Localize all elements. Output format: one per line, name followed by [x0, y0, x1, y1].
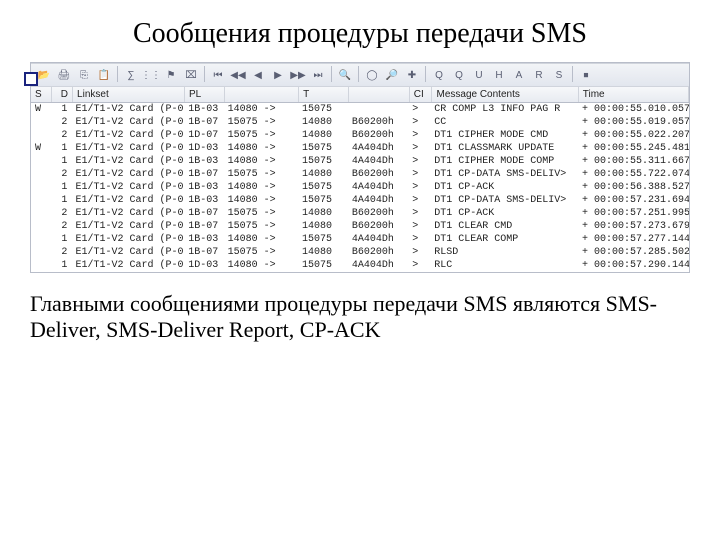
- slide-title: Сообщения процедуры передачи SMS: [30, 18, 690, 50]
- paste-icon[interactable]: 📋: [95, 66, 113, 84]
- table-row[interactable]: 2E1/T1-V2 Card (P-0)1B-0715075 ->14080B6…: [31, 116, 689, 129]
- filter-icon[interactable]: ∑: [122, 66, 140, 84]
- col-ci[interactable]: CI: [410, 87, 433, 102]
- mark-icon[interactable]: ✚: [403, 66, 421, 84]
- col-blank2[interactable]: [349, 87, 409, 102]
- gear-icon[interactable]: ⋮⋮: [142, 66, 160, 84]
- col-d[interactable]: D: [52, 87, 73, 102]
- col-linkset[interactable]: Linkset: [73, 87, 185, 102]
- column-headers: S D Linkset PL T CI Message Contents Tim…: [31, 87, 689, 103]
- table-row[interactable]: 1E1/T1-V2 Card (P-0)1B-0314080 ->150754A…: [31, 233, 689, 246]
- prev-icon[interactable]: ◀◀: [229, 66, 247, 84]
- body-paragraph: Главными сообщениями процедуры передачи …: [30, 291, 690, 343]
- col-time[interactable]: Time: [579, 87, 689, 102]
- table-row[interactable]: 2E1/T1-V2 Card (P-0)1B-0715075 ->14080B6…: [31, 207, 689, 220]
- table-row[interactable]: 2E1/T1-V2 Card (P-0)1B-0715075 ->14080B6…: [31, 168, 689, 181]
- find-icon[interactable]: 🔎: [383, 66, 401, 84]
- table-row[interactable]: W1E1/T1-V2 Card (P-0)1D-0314080 ->150754…: [31, 142, 689, 155]
- a-icon[interactable]: A: [510, 66, 528, 84]
- table-row[interactable]: 1E1/T1-V2 Card (P-0)1B-0314080 ->150754A…: [31, 155, 689, 168]
- cancel-icon[interactable]: ⌧: [182, 66, 200, 84]
- col-blank1[interactable]: [225, 87, 299, 102]
- table-row[interactable]: 1E1/T1-V2 Card (P-0)1B-0314080 ->150754A…: [31, 194, 689, 207]
- capture-panel: 📂 🖨 ⎘ 📋 ∑ ⋮⋮ ⚑ ⌧ ⏮ ◀◀ ◀ ▶ ▶▶ ⏭ 🔍 ◯ 🔎 ✚ Q…: [30, 62, 690, 273]
- table-row[interactable]: 2E1/T1-V2 Card (P-0)1B-0715075 ->14080B6…: [31, 246, 689, 259]
- first-icon[interactable]: ⏮: [209, 66, 227, 84]
- copy-icon[interactable]: ⎘: [75, 66, 93, 84]
- fwd-icon[interactable]: ▶: [269, 66, 287, 84]
- table-row[interactable]: 1E1/T1-V2 Card (P-0)1D-0314080 ->150754A…: [31, 259, 689, 272]
- col-mc[interactable]: Message Contents: [432, 87, 578, 102]
- table-row[interactable]: 2E1/T1-V2 Card (P-0)1B-0715075 ->14080B6…: [31, 220, 689, 233]
- print-icon[interactable]: 🖨: [55, 66, 73, 84]
- back-icon[interactable]: ◀: [249, 66, 267, 84]
- col-pl[interactable]: PL: [185, 87, 225, 102]
- table-row[interactable]: 2E1/T1-V2 Card (P-0)1D-0715075 ->14080B6…: [31, 129, 689, 142]
- h-icon[interactable]: H: [490, 66, 508, 84]
- table-row[interactable]: 1E1/T1-V2 Card (P-0)1B-0314080 ->150754A…: [31, 181, 689, 194]
- col-t[interactable]: T: [299, 87, 349, 102]
- green-q-icon[interactable]: Q: [450, 66, 468, 84]
- u-icon[interactable]: U: [470, 66, 488, 84]
- bullet-icon: [24, 72, 38, 86]
- toolbar: 📂 🖨 ⎘ 📋 ∑ ⋮⋮ ⚑ ⌧ ⏮ ◀◀ ◀ ▶ ▶▶ ⏭ 🔍 ◯ 🔎 ✚ Q…: [31, 63, 689, 87]
- last-icon[interactable]: ⏭: [309, 66, 327, 84]
- next-icon[interactable]: ▶▶: [289, 66, 307, 84]
- flag-icon[interactable]: ⚑: [162, 66, 180, 84]
- zoom-icon[interactable]: 🔍: [336, 66, 354, 84]
- red-q-icon[interactable]: Q: [430, 66, 448, 84]
- circle-icon[interactable]: ◯: [363, 66, 381, 84]
- rows-container: W1E1/T1-V2 Card (P-0)1B-0314080 ->15075>…: [31, 103, 689, 272]
- table-row[interactable]: W1E1/T1-V2 Card (P-0)1B-0314080 ->15075>…: [31, 103, 689, 116]
- stop-icon[interactable]: ⏹: [577, 66, 595, 84]
- r-icon[interactable]: R: [530, 66, 548, 84]
- col-s[interactable]: S: [31, 87, 52, 102]
- s-icon[interactable]: S: [550, 66, 568, 84]
